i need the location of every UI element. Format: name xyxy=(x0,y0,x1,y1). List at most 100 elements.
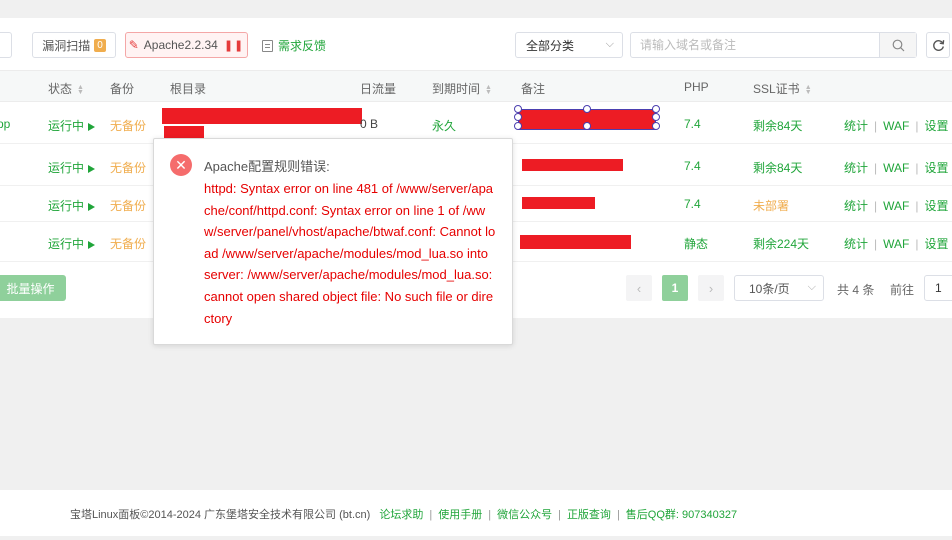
waf-link[interactable]: WAF xyxy=(883,119,909,133)
page-size-value: 10条/页 xyxy=(749,281,790,296)
top-strip xyxy=(0,0,952,18)
ssl-status[interactable]: 剩余84天 xyxy=(753,159,802,176)
dialog-message: httpd: Syntax error on line 481 of /www/… xyxy=(204,181,496,326)
row-actions: 统计 | WAF | 设置 xyxy=(844,119,949,133)
resize-handle xyxy=(514,122,522,130)
backup-link[interactable]: 无备份 xyxy=(110,159,146,176)
header-remark: 备注 xyxy=(521,82,546,96)
next-page-button[interactable]: › xyxy=(698,275,724,301)
feedback-link[interactable]: 需求反馈 xyxy=(262,37,326,54)
goto-page-input[interactable]: 1 xyxy=(924,275,952,301)
stats-link[interactable]: 统计 xyxy=(844,199,868,213)
row-actions: 统计 | WAF | 设置 xyxy=(844,199,949,213)
header-status[interactable]: 状态 ▲ ▼ xyxy=(48,80,84,97)
waf-link[interactable]: WAF xyxy=(883,199,909,213)
php-version[interactable]: 7.4 xyxy=(684,159,701,173)
ssl-status[interactable]: 未部署 xyxy=(753,197,789,214)
vuln-count-badge: 0 xyxy=(94,38,106,52)
chevron-down-icon: ⌵ xyxy=(605,38,614,50)
search-button[interactable] xyxy=(879,33,916,57)
status-toggle[interactable]: 运行中 xyxy=(48,235,96,252)
status-label: 运行中 xyxy=(48,237,85,251)
waf-link[interactable]: WAF xyxy=(883,237,909,251)
pause-icon: ❚❚ xyxy=(223,39,245,52)
license-check-link[interactable]: 正版查询 xyxy=(567,509,611,521)
qq-group-link[interactable]: 售后QQ群: 907340327 xyxy=(626,509,737,521)
forum-link[interactable]: 论坛求助 xyxy=(379,509,423,521)
settings-link[interactable]: 设置 xyxy=(924,199,948,213)
stats-link[interactable]: 统计 xyxy=(844,119,868,133)
apache-version-label: Apache2.2.34 xyxy=(143,38,218,52)
play-icon xyxy=(88,203,96,211)
apache-service-button[interactable]: ✎ Apache2.2.34 ❚❚ xyxy=(125,32,248,58)
vuln-scan-label: 漏洞扫描 xyxy=(42,38,91,53)
document-icon xyxy=(262,39,273,52)
resize-handle xyxy=(652,113,660,121)
vuln-scan-button[interactable]: 漏洞扫描 0 xyxy=(32,32,116,58)
status-label: 运行中 xyxy=(48,199,85,213)
header-ssl[interactable]: SSL证书 ▲ ▼ xyxy=(753,80,812,97)
backup-link[interactable]: 无备份 xyxy=(110,235,146,252)
resize-handle xyxy=(514,113,522,121)
footer-content: 宝塔Linux面板©2014-2024 广东堡塔安全技术有限公司 (bt.cn)… xyxy=(70,509,738,521)
wechat-link[interactable]: 微信公众号 xyxy=(497,509,552,521)
expiry-value[interactable]: 永久 xyxy=(432,117,456,134)
resize-handle xyxy=(652,105,660,113)
status-label: 运行中 xyxy=(48,119,85,133)
total-count: 共 4 条 xyxy=(837,283,875,297)
backup-link[interactable]: 无备份 xyxy=(110,117,146,134)
search-box xyxy=(630,32,917,58)
goto-label: 前往 xyxy=(890,283,915,297)
header-root: 根目录 xyxy=(170,82,207,96)
search-input[interactable] xyxy=(631,33,881,57)
traffic-value: 0 B xyxy=(360,117,379,131)
prev-page-button[interactable]: ‹ xyxy=(626,275,652,301)
resize-handle xyxy=(583,105,591,113)
redacted-remark xyxy=(522,159,623,171)
search-icon xyxy=(892,39,904,51)
error-dialog: ✕ Apache配置规则错误: httpd: Syntax error on l… xyxy=(153,138,513,345)
resize-handle xyxy=(583,122,591,130)
php-version[interactable]: 7.4 xyxy=(684,197,701,211)
header-php: PHP xyxy=(684,80,709,94)
add-site-button-partial[interactable] xyxy=(0,32,12,58)
waf-link[interactable]: WAF xyxy=(883,161,909,175)
category-select[interactable]: 全部分类 ⌵ xyxy=(515,32,623,58)
play-icon xyxy=(88,241,96,249)
header-backup: 备份 xyxy=(110,82,135,96)
php-version[interactable]: 静态 xyxy=(684,235,708,252)
status-toggle[interactable]: 运行中 xyxy=(48,197,96,214)
row-actions: 统计 | WAF | 设置 xyxy=(844,237,949,251)
category-value: 全部分类 xyxy=(526,38,575,53)
backup-link[interactable]: 无备份 xyxy=(110,197,146,214)
page-number-current[interactable]: 1 xyxy=(662,275,688,301)
header-status-label: 状态 xyxy=(48,82,73,96)
refresh-button[interactable] xyxy=(926,32,950,58)
redacted-remark xyxy=(520,235,631,249)
php-version[interactable]: 7.4 xyxy=(684,117,701,131)
error-icon: ✕ xyxy=(170,154,192,176)
dialog-title: Apache配置规则错误: xyxy=(204,159,330,174)
manual-link[interactable]: 使用手册 xyxy=(438,509,482,521)
row-actions: 统计 | WAF | 设置 xyxy=(844,161,949,175)
settings-link[interactable]: 设置 xyxy=(924,237,948,251)
toolbar: 漏洞扫描 0 ✎ Apache2.2.34 ❚❚ 需求反馈 全部分类 ⌵ xyxy=(0,32,952,62)
stats-link[interactable]: 统计 xyxy=(844,161,868,175)
site-name[interactable]: pp xyxy=(0,117,10,131)
table-header: 状态 ▲ ▼ 备份 根目录 日流量 到期时间 ▲ ▼ 备注 PHP SSL证书 ▲ ▼ xyxy=(0,70,952,102)
header-ssl-label: SSL证书 xyxy=(753,82,800,96)
settings-link[interactable]: 设置 xyxy=(924,161,948,175)
feedback-label: 需求反馈 xyxy=(278,39,327,53)
chevron-down-icon: ⌵ xyxy=(807,281,816,293)
ssl-status[interactable]: 剩余84天 xyxy=(753,117,802,134)
status-toggle[interactable]: 运行中 xyxy=(48,117,96,134)
play-icon xyxy=(88,123,96,131)
header-expiry[interactable]: 到期时间 ▲ ▼ xyxy=(432,80,492,97)
ssl-status[interactable]: 剩余224天 xyxy=(753,235,809,252)
settings-link[interactable]: 设置 xyxy=(924,119,948,133)
stats-link[interactable]: 统计 xyxy=(844,237,868,251)
status-toggle[interactable]: 运行中 xyxy=(48,159,96,176)
resize-handle xyxy=(652,122,660,130)
resize-handle xyxy=(514,105,522,113)
page-size-select[interactable]: 10条/页 ⌵ xyxy=(734,275,824,301)
